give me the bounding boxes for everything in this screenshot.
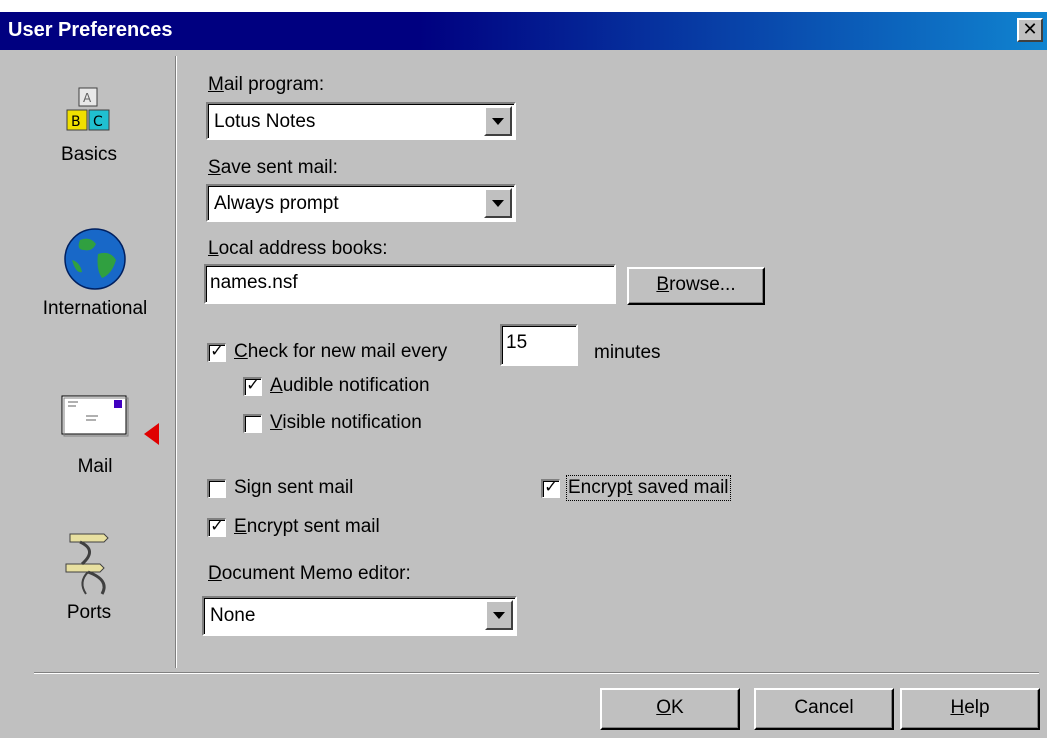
encrypt-saved-mail-option[interactable]: ✓ Encrypt saved mail [541,475,731,501]
svg-text:A: A [83,91,92,105]
sidebar-item-label: Basics [61,144,117,165]
window-title: User Preferences [8,19,173,41]
globe-icon [64,228,126,290]
sign-sent-mail-label: Sign sent mail [234,477,354,498]
ports-connector-icon [65,533,109,595]
browse-button[interactable]: Browse... [627,267,765,305]
top-strip [0,0,1047,12]
chevron-down-icon[interactable] [484,106,512,136]
footer-separator [34,672,1039,674]
document-memo-editor-label: Document Memo editor: [208,563,411,584]
check-new-mail-checkbox[interactable]: ✓ [207,342,226,362]
mail-program-select[interactable]: Lotus Notes [206,102,516,140]
sidebar-item-label: Mail [77,456,113,477]
close-icon: ✕ [1022,19,1038,39]
selected-indicator-arrow-icon [144,423,159,445]
sidebar-divider [175,56,177,668]
local-address-books-input[interactable]: names.nsf [204,264,616,304]
encrypt-sent-mail-option[interactable]: ✓ Encrypt sent mail [207,516,380,538]
sidebar-item-ports[interactable]: Ports [14,524,164,624]
document-memo-editor-select[interactable]: None [202,596,517,636]
mail-check-interval-input[interactable]: 15 [500,324,578,366]
mail-program-label: Mail program: [208,74,325,95]
title-bar[interactable]: User Preferences ✕ [0,12,1047,50]
sidebar-item-international[interactable]: International [20,226,170,320]
encrypt-sent-mail-label: Encrypt sent mail [234,516,380,537]
svg-text:C: C [93,114,103,130]
cancel-button[interactable]: Cancel [754,688,894,730]
save-sent-mail-select[interactable]: Always prompt [206,184,516,222]
mail-program-value: Lotus Notes [214,111,316,132]
document-memo-editor-value: None [210,605,256,626]
encrypt-saved-mail-checkbox[interactable]: ✓ [541,478,560,498]
encrypt-sent-mail-checkbox[interactable]: ✓ [207,517,226,537]
mail-envelope-icon [61,395,129,437]
chevron-down-icon[interactable] [484,188,512,218]
svg-text:B: B [71,114,81,130]
ok-button[interactable]: OK [600,688,740,730]
audible-notification-label: Audible notification [270,375,430,396]
visible-notification-option[interactable]: Visible notification [243,412,422,434]
abc-blocks-icon: A B C [66,87,110,131]
audible-notification-checkbox[interactable]: ✓ [243,376,262,396]
chevron-down-icon[interactable] [485,600,513,630]
check-new-mail-label: Check for new mail every [234,341,448,362]
sidebar-item-label: Ports [66,602,112,623]
check-new-mail-option[interactable]: ✓ Check for new mail every [207,341,447,363]
save-sent-mail-value: Always prompt [214,193,339,214]
help-button[interactable]: Help [900,688,1040,730]
sidebar-item-basics[interactable]: A B C Basics [14,86,164,166]
sign-sent-mail-option[interactable]: Sign sent mail [207,477,353,499]
close-button[interactable]: ✕ [1017,18,1043,42]
visible-notification-label: Visible notification [270,412,422,433]
minutes-label: minutes [594,342,661,363]
audible-notification-option[interactable]: ✓ Audible notification [243,375,430,397]
sidebar-item-label: International [42,298,148,319]
visible-notification-checkbox[interactable] [243,413,262,433]
local-address-books-label: Local address books: [208,238,388,259]
sign-sent-mail-checkbox[interactable] [207,478,226,498]
save-sent-mail-label: Save sent mail: [208,157,338,178]
encrypt-saved-mail-label: Encrypt saved mail [566,475,731,501]
